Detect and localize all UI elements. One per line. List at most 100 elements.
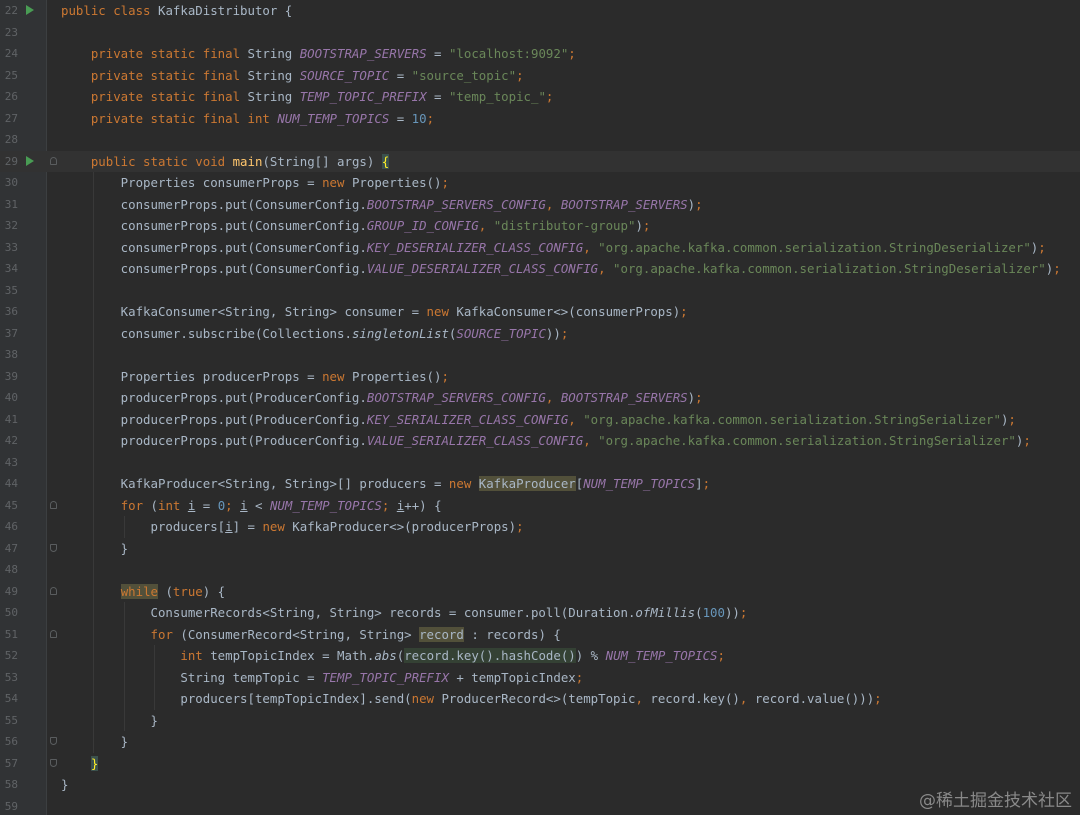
code-token: ) bbox=[687, 196, 696, 212]
code-line[interactable]: 36 KafkaConsumer<String, String> consume… bbox=[0, 301, 1080, 323]
code-line[interactable]: 41 producerProps.put(ProducerConfig.KEY_… bbox=[0, 409, 1080, 431]
code-token: ; bbox=[516, 67, 524, 83]
code-line[interactable]: 22 public class KafkaDistributor { bbox=[0, 0, 1080, 22]
code-token: consumerProps.put(ConsumerConfig. bbox=[61, 239, 367, 255]
code-token: consumerProps.put(ConsumerConfig. bbox=[61, 218, 367, 233]
code-line[interactable]: 57 } bbox=[0, 753, 1080, 775]
code-token: public static void bbox=[90, 153, 233, 169]
code-token: new bbox=[448, 476, 479, 491]
code-text: producerProps.put(ProducerConfig.KEY_SER… bbox=[61, 409, 1016, 431]
code-line[interactable]: 34 consumerProps.put(ConsumerConfig.VALU… bbox=[0, 258, 1080, 280]
code-editor[interactable]: 22 public class KafkaDistributor {23 24 pr… bbox=[0, 0, 1080, 815]
code-token: main bbox=[232, 153, 263, 169]
code-token: ; bbox=[1008, 411, 1016, 427]
code-line[interactable]: 30 Properties consumerProps = new Proper… bbox=[0, 172, 1080, 194]
line-number: 48 bbox=[4, 563, 18, 576]
code-token: KafkaConsumer<>(consumerProps) bbox=[456, 304, 681, 319]
code-token: = bbox=[389, 67, 412, 83]
code-text: public static void main(String[] args) { bbox=[61, 151, 390, 173]
code-text: consumer.subscribe(Collections.singleton… bbox=[61, 323, 569, 345]
code-line[interactable]: 44 KafkaProducer<String, String>[] produ… bbox=[0, 473, 1080, 495]
code-token: ; bbox=[441, 368, 449, 384]
line-number: 41 bbox=[4, 412, 18, 426]
fold-open-icon[interactable] bbox=[50, 629, 57, 638]
code-token: ) % bbox=[575, 648, 606, 663]
code-line[interactable]: 52 int tempTopicIndex = Math.abs(record.… bbox=[0, 645, 1080, 667]
code-token: ) bbox=[635, 218, 643, 233]
code-text: consumerProps.put(ConsumerConfig.BOOTSTR… bbox=[61, 194, 703, 216]
code-text: consumerProps.put(ConsumerConfig.VALUE_D… bbox=[61, 258, 1061, 280]
code-line[interactable]: 51 for (ConsumerRecord<String, String> r… bbox=[0, 624, 1080, 646]
code-line[interactable]: 42 producerProps.put(ProducerConfig.VALU… bbox=[0, 430, 1080, 452]
code-line[interactable]: 35 bbox=[0, 280, 1080, 302]
code-token: , bbox=[739, 691, 755, 706]
code-token: , bbox=[583, 239, 599, 255]
line-number: 25 bbox=[4, 68, 18, 82]
fold-close-icon[interactable] bbox=[50, 543, 57, 552]
code-token: )) bbox=[545, 325, 561, 341]
code-line[interactable]: 46 producers[i] = new KafkaProducer<>(pr… bbox=[0, 516, 1080, 538]
code-text: } bbox=[61, 710, 158, 732]
run-gutter-icon[interactable] bbox=[26, 5, 34, 15]
code-token: ] = bbox=[232, 519, 263, 534]
code-token: = bbox=[195, 497, 218, 513]
code-line[interactable]: 26 private static final String TEMP_TOPI… bbox=[0, 86, 1080, 108]
code-line[interactable]: 24 private static final String BOOTSTRAP… bbox=[0, 43, 1080, 65]
code-line[interactable]: 54 producers[tempTopicIndex].send(new Pr… bbox=[0, 688, 1080, 710]
code-text: for (int i = 0; i < NUM_TEMP_TOPICS; i++… bbox=[61, 495, 442, 517]
code-token: ; bbox=[545, 89, 554, 104]
code-line[interactable]: 59 bbox=[0, 796, 1080, 815]
code-token: true bbox=[172, 583, 203, 599]
code-token: ; bbox=[426, 110, 435, 126]
code-line[interactable]: 23 bbox=[0, 22, 1080, 44]
code-line[interactable]: 43 bbox=[0, 452, 1080, 474]
code-line[interactable]: 48 bbox=[0, 559, 1080, 581]
code-line[interactable]: 29 public static void main(String[] args… bbox=[0, 150, 1080, 173]
code-line[interactable]: 33 consumerProps.put(ConsumerConfig.KEY_… bbox=[0, 237, 1080, 259]
code-token: ( bbox=[695, 605, 703, 620]
code-line[interactable]: 25 private static final String SOURCE_TO… bbox=[0, 65, 1080, 87]
code-line[interactable]: 28 bbox=[0, 129, 1080, 151]
code-token: ConsumerRecords<String, String> records … bbox=[61, 605, 636, 620]
code-token: ; bbox=[702, 476, 711, 491]
fold-open-icon[interactable] bbox=[50, 500, 57, 509]
code-line[interactable]: 55 } bbox=[0, 710, 1080, 732]
code-token: Properties() bbox=[351, 175, 442, 190]
code-line[interactable]: 32 consumerProps.put(ConsumerConfig.GROU… bbox=[0, 215, 1080, 237]
line-number: 57 bbox=[4, 756, 18, 770]
code-token: for bbox=[150, 626, 181, 642]
fold-open-icon[interactable] bbox=[50, 586, 57, 595]
code-line[interactable]: 56 } bbox=[0, 731, 1080, 753]
code-line[interactable]: 40 producerProps.put(ProducerConfig.BOOT… bbox=[0, 387, 1080, 409]
watermark: @稀土掘金技术社区 bbox=[919, 791, 1072, 811]
code-token: String bbox=[247, 46, 300, 61]
code-line[interactable]: 45 for (int i = 0; i < NUM_TEMP_TOPICS; … bbox=[0, 495, 1080, 517]
code-token: KafkaConsumer<String, String> consumer = bbox=[61, 304, 427, 319]
fold-close-icon[interactable] bbox=[50, 758, 57, 767]
line-number: 34 bbox=[4, 262, 18, 275]
code-line[interactable]: 31 consumerProps.put(ConsumerConfig.BOOT… bbox=[0, 194, 1080, 216]
fold-close-icon[interactable] bbox=[50, 737, 57, 745]
code-token: "distributor-group" bbox=[493, 218, 636, 233]
code-line[interactable]: 53 String tempTopic = TEMP_TOPIC_PREFIX … bbox=[0, 667, 1080, 689]
code-token: new bbox=[322, 368, 352, 384]
code-line[interactable]: 49 while (true) { bbox=[0, 581, 1080, 603]
code-token: private static final int bbox=[90, 110, 278, 126]
code-token: , bbox=[583, 433, 599, 448]
code-line[interactable]: 47 } bbox=[0, 538, 1080, 560]
code-token: ; bbox=[739, 605, 748, 620]
code-token: , bbox=[568, 411, 584, 427]
code-line[interactable]: 58} bbox=[0, 774, 1080, 796]
code-token: i bbox=[240, 497, 248, 513]
code-line[interactable]: 27 private static final int NUM_TEMP_TOP… bbox=[0, 108, 1080, 130]
code-line[interactable]: 38 bbox=[0, 344, 1080, 366]
code-line[interactable]: 37 consumer.subscribe(Collections.single… bbox=[0, 323, 1080, 345]
run-gutter-icon[interactable] bbox=[26, 155, 34, 166]
fold-open-icon[interactable] bbox=[50, 156, 57, 165]
code-line[interactable]: 39 Properties producerProps = new Proper… bbox=[0, 366, 1080, 388]
code-line[interactable]: 50 ConsumerRecords<String, String> recor… bbox=[0, 602, 1080, 624]
